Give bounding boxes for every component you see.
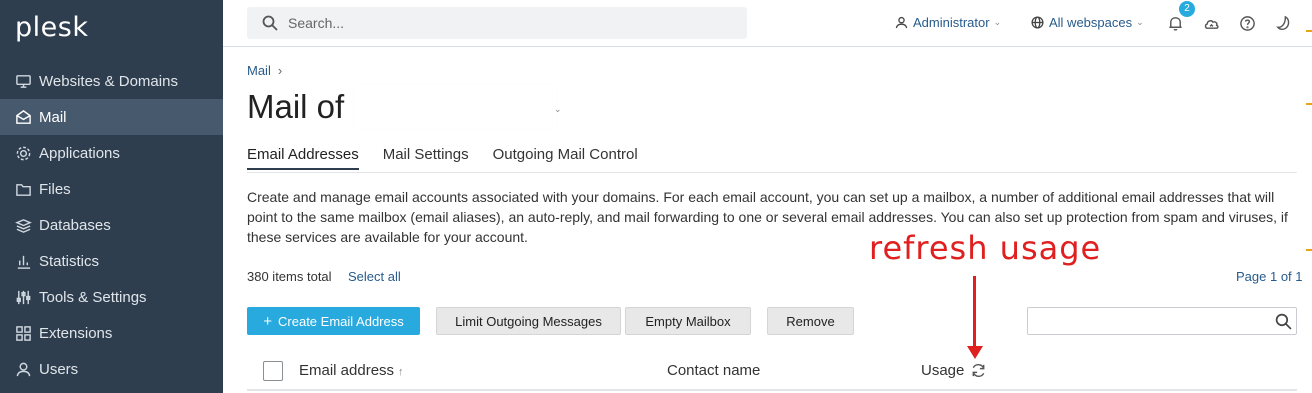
create-email-address-button[interactable]: + Create Email Address bbox=[247, 307, 420, 335]
sidebar-item-label: Mail bbox=[39, 108, 67, 126]
moon-icon bbox=[1275, 15, 1289, 30]
chevron-down-icon[interactable]: ⌄ bbox=[554, 104, 562, 115]
sidebar-item-label: Databases bbox=[39, 216, 111, 234]
sidebar-item-databases[interactable]: Databases bbox=[0, 207, 223, 243]
sidebar-item-label: Applications bbox=[39, 144, 120, 162]
sidebar-item-label: Users bbox=[39, 360, 79, 378]
webspaces-menu[interactable]: All webspaces ⌄ bbox=[1031, 15, 1144, 30]
column-header-contact-name[interactable]: Contact name bbox=[667, 362, 760, 379]
sidebar-item-applications[interactable]: Applications bbox=[0, 135, 223, 171]
plesk-logo[interactable]: plesk bbox=[15, 12, 88, 43]
chevron-down-icon: ⌄ bbox=[1136, 17, 1144, 27]
search-input[interactable] bbox=[288, 15, 708, 31]
sidebar-item-websites-domains[interactable]: Websites & Domains bbox=[0, 63, 223, 99]
sidebar-item-label: Websites & Domains bbox=[39, 72, 178, 90]
sidebar-item-mail[interactable]: Mail bbox=[0, 99, 223, 135]
sidebar-item-label: Extensions bbox=[39, 324, 113, 342]
notifications-button[interactable] bbox=[1165, 13, 1185, 33]
theme-toggle-button[interactable] bbox=[1273, 13, 1293, 33]
sidebar-item-statistics[interactable]: Statistics bbox=[0, 243, 223, 279]
webspaces-menu-label: All webspaces bbox=[1049, 15, 1133, 30]
select-all-link[interactable]: Select all bbox=[348, 269, 401, 284]
tabs-divider bbox=[247, 172, 1297, 173]
remove-button[interactable]: Remove bbox=[767, 307, 854, 335]
sort-ascending-icon: ↑ bbox=[398, 366, 404, 378]
edge-marker bbox=[1306, 30, 1312, 32]
tab-email-addresses[interactable]: Email Addresses bbox=[247, 146, 359, 170]
sidebar-item-files[interactable]: Files bbox=[0, 171, 223, 207]
cloud-icon bbox=[1204, 19, 1219, 29]
table-header: Email address ↑ Contact name Usage bbox=[247, 352, 1297, 391]
column-header-usage[interactable]: Usage bbox=[921, 362, 964, 379]
mail-icon bbox=[14, 108, 32, 126]
page-title: Mail of bbox=[247, 88, 345, 125]
annotation-refresh-usage: refresh usage bbox=[869, 229, 1102, 267]
limit-outgoing-messages-button[interactable]: Limit Outgoing Messages bbox=[436, 307, 621, 335]
help-button[interactable] bbox=[1237, 13, 1257, 33]
sidebar-nav: Websites & Domains Mail Applications Fil… bbox=[0, 63, 223, 387]
create-email-address-label: Create Email Address bbox=[278, 313, 404, 329]
notification-count-badge: 2 bbox=[1179, 1, 1195, 17]
empty-mailbox-button[interactable]: Empty Mailbox bbox=[625, 307, 751, 335]
globe-icon bbox=[1031, 16, 1044, 29]
chevron-down-icon: ⌄ bbox=[993, 17, 1002, 27]
folder-icon bbox=[14, 180, 32, 198]
plus-icon: + bbox=[263, 312, 273, 330]
redacted-domain-name bbox=[354, 84, 557, 129]
user-icon bbox=[895, 16, 908, 29]
tab-mail-settings[interactable]: Mail Settings bbox=[383, 146, 469, 170]
tab-outgoing-mail-control[interactable]: Outgoing Mail Control bbox=[493, 146, 638, 170]
help-icon bbox=[1239, 15, 1255, 31]
breadcrumb: Mail › bbox=[247, 63, 282, 78]
sidebar-item-users[interactable]: Users bbox=[0, 351, 223, 387]
annotation-arrow-shaft bbox=[973, 276, 976, 348]
sliders-icon bbox=[14, 288, 32, 306]
sidebar-item-label: Files bbox=[39, 180, 71, 198]
tab-bar: Email Addresses Mail Settings Outgoing M… bbox=[247, 146, 662, 170]
breadcrumb-item-mail[interactable]: Mail bbox=[247, 63, 271, 78]
top-bar: Administrator ⌄ All webspaces ⌄ 2 bbox=[223, 0, 1312, 47]
items-count: 380 items total bbox=[247, 269, 332, 284]
select-all-checkbox[interactable] bbox=[263, 361, 283, 381]
monitor-icon bbox=[14, 72, 32, 90]
cloud-button[interactable] bbox=[1201, 13, 1221, 33]
user-menu[interactable]: Administrator ⌄ bbox=[895, 15, 1001, 30]
database-icon bbox=[14, 216, 32, 234]
sidebar-item-extensions[interactable]: Extensions bbox=[0, 315, 223, 351]
refresh-usage-button[interactable] bbox=[970, 362, 988, 380]
search-icon[interactable] bbox=[1275, 313, 1292, 330]
breadcrumb-separator: › bbox=[277, 63, 283, 78]
refresh-icon bbox=[972, 363, 985, 378]
user-menu-label: Administrator bbox=[913, 15, 990, 30]
list-filter-input[interactable] bbox=[1027, 307, 1297, 335]
sidebar: plesk Websites & Domains Mail Applicatio… bbox=[0, 0, 223, 393]
bar-chart-icon bbox=[14, 252, 32, 270]
sidebar-item-label: Statistics bbox=[39, 252, 100, 270]
sidebar-item-tools-settings[interactable]: Tools & Settings bbox=[0, 279, 223, 315]
user-icon bbox=[14, 360, 32, 378]
column-header-email-address[interactable]: Email address ↑ bbox=[299, 362, 404, 379]
sidebar-item-label: Tools & Settings bbox=[39, 288, 147, 306]
search-icon bbox=[262, 15, 278, 31]
column-header-label: Email address bbox=[299, 362, 395, 379]
page-info: Page 1 of 1 bbox=[1236, 269, 1303, 284]
global-search[interactable] bbox=[247, 7, 747, 39]
gear-icon bbox=[14, 144, 32, 162]
edge-marker bbox=[1306, 103, 1312, 105]
page-description: Create and manage email accounts associa… bbox=[247, 189, 1288, 245]
bell-icon bbox=[1168, 16, 1182, 31]
edge-marker bbox=[1306, 249, 1312, 251]
grid-icon bbox=[14, 324, 32, 342]
